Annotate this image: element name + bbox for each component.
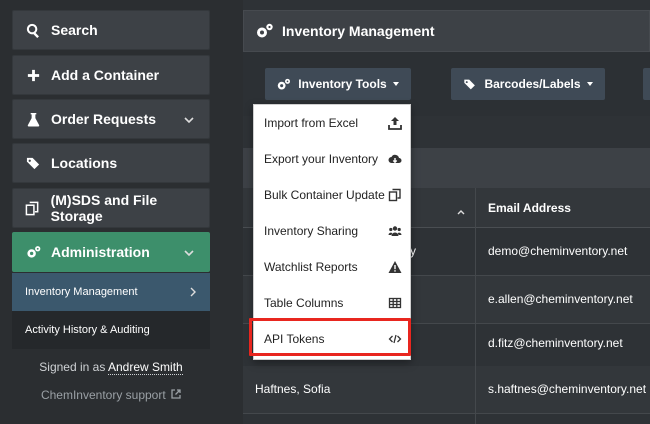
column-divider <box>475 188 476 424</box>
sidebar-subitem-inventory-management[interactable]: Inventory Management <box>12 273 210 311</box>
flask-icon <box>25 111 41 127</box>
menu-item-export-inventory[interactable]: Export your Inventory <box>254 141 412 177</box>
cogs-icon <box>278 78 291 90</box>
sidebar-item-label: Order Requests <box>51 111 157 127</box>
menu-item-watchlist-reports[interactable]: Watchlist Reports <box>254 249 412 285</box>
table-icon <box>388 296 402 310</box>
menu-item-label: Table Columns <box>264 296 344 310</box>
sidebar-item-add-container[interactable]: Add a Container <box>12 55 210 95</box>
search-icon <box>25 22 41 38</box>
sidebar-item-label: (M)SDS and File Storage <box>50 192 158 224</box>
menu-item-label: Watchlist Reports <box>264 260 358 274</box>
users-icon <box>388 224 402 238</box>
cogs-icon <box>25 244 41 260</box>
table-row[interactable]: Haftnes, Sofia s.haftnes@cheminventory.n… <box>243 366 650 414</box>
chevron-right-icon <box>188 286 198 298</box>
copy-icon <box>388 188 402 202</box>
table-cell-email: demo@cheminventory.net <box>488 244 628 258</box>
menu-item-label: Import from Excel <box>264 116 359 130</box>
menu-item-import-excel[interactable]: Import from Excel <box>254 105 412 141</box>
external-link-icon <box>169 388 181 402</box>
sidebar-subitem-activity-history[interactable]: Activity History & Auditing <box>12 311 210 349</box>
page-title-bar: Inventory Management <box>243 10 650 52</box>
signed-in-text: Signed in as Andrew Smith <box>12 360 210 375</box>
table-cell-email: s.haftnes@cheminventory.net <box>488 382 647 396</box>
plus-icon <box>25 67 41 83</box>
table-cell-email: e.allen@cheminventory.net <box>488 292 633 306</box>
sidebar: Search Add a Container Order Requests Lo… <box>0 0 222 424</box>
column-header-email[interactable]: Email Address <box>488 201 571 215</box>
tags-icon <box>25 155 41 171</box>
support-label: ChemInventory support <box>40 388 166 402</box>
sort-up-icon[interactable] <box>457 203 465 215</box>
api-tokens-highlight <box>249 318 411 356</box>
cogs-icon <box>257 23 273 38</box>
barcodes-labels-label: Barcodes/Labels <box>484 77 581 91</box>
sidebar-item-locations[interactable]: Locations <box>12 143 210 183</box>
sidebar-item-label: Search <box>51 22 98 38</box>
sidebar-item-search[interactable]: Search <box>12 10 210 50</box>
page-title: Inventory Management <box>282 23 435 39</box>
sidebar-item-label: Locations <box>51 155 118 171</box>
upload-icon <box>388 116 402 130</box>
menu-item-label: Bulk Container Update <box>264 188 385 202</box>
toolbar-button-partial[interactable] <box>643 68 650 100</box>
sidebar-item-administration[interactable]: Administration <box>12 232 210 272</box>
signed-in-prefix: Signed in as <box>39 360 106 374</box>
sidebar-subitem-label: Inventory Management <box>25 286 138 298</box>
sidebar-subitem-label: Activity History & Auditing <box>25 324 150 336</box>
sidebar-item-sds-storage[interactable]: (M)SDS and File Storage <box>12 188 210 228</box>
tags-icon <box>464 79 476 89</box>
barcodes-labels-button[interactable]: Barcodes/Labels <box>451 68 605 100</box>
sidebar-item-label: Add a Container <box>51 67 160 83</box>
menu-item-label: Export your Inventory <box>264 152 379 166</box>
sidebar-item-label: Administration <box>51 244 150 260</box>
sidebar-item-order-requests[interactable]: Order Requests <box>12 99 210 139</box>
caret-down-icon <box>392 82 399 86</box>
copy-icon <box>25 200 41 216</box>
chevron-down-icon <box>183 246 195 258</box>
menu-item-bulk-update[interactable]: Bulk Container Update <box>254 177 412 213</box>
cloud-download-icon <box>388 152 402 166</box>
table-cell-name: Haftnes, Sofia <box>255 382 331 396</box>
inventory-tools-button[interactable]: Inventory Tools <box>265 68 411 100</box>
support-link[interactable]: ChemInventory support <box>12 388 210 402</box>
signed-in-user-link[interactable]: Andrew Smith <box>108 360 183 375</box>
caret-down-icon <box>586 82 593 86</box>
table-cell-email: d.fitz@cheminventory.net <box>488 336 623 350</box>
inventory-tools-label: Inventory Tools <box>298 77 387 91</box>
menu-item-label: Inventory Sharing <box>264 224 359 238</box>
menu-item-inventory-sharing[interactable]: Inventory Sharing <box>254 213 412 249</box>
chevron-down-icon <box>183 113 195 125</box>
menu-item-table-columns[interactable]: Table Columns <box>254 285 412 321</box>
warning-icon <box>388 260 402 274</box>
